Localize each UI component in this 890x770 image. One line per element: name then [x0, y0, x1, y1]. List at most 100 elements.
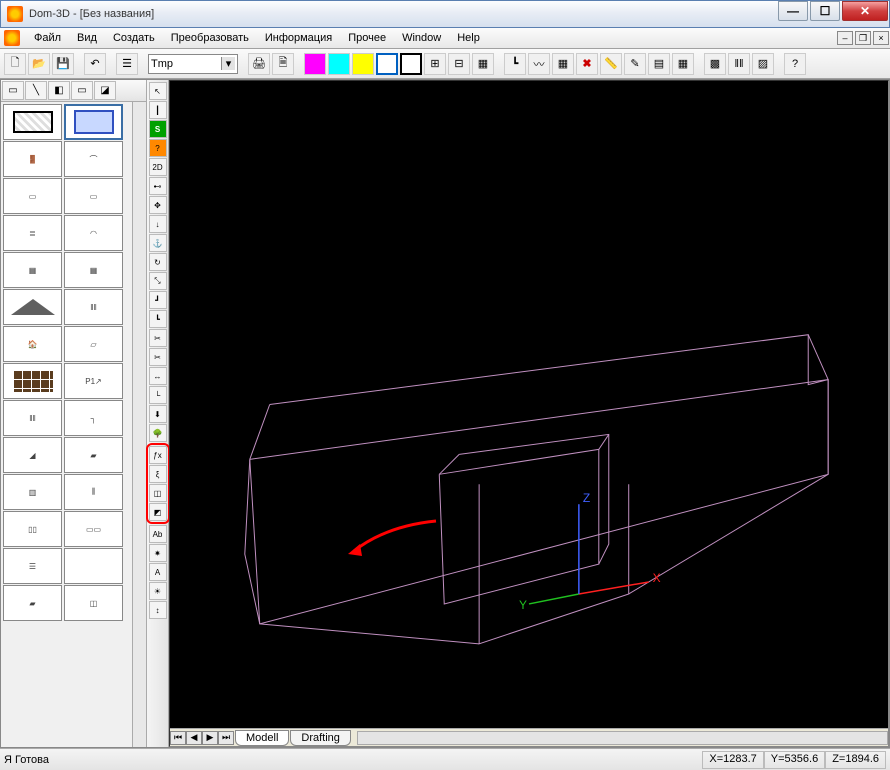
barrier-tool[interactable]: ⫼ [64, 474, 123, 510]
star-icon[interactable]: ✷ [149, 544, 167, 562]
window-tool[interactable]: ▭ [3, 178, 62, 214]
cut2-icon[interactable]: ✂ [149, 348, 167, 366]
roof-tool[interactable] [3, 289, 62, 325]
tab-drafting[interactable]: Drafting [290, 730, 351, 746]
new-button[interactable]: 🗋 [4, 53, 26, 75]
wall-tool[interactable] [3, 104, 62, 140]
down-icon[interactable]: ↓ [149, 215, 167, 233]
corner-icon[interactable]: ┗ [149, 310, 167, 328]
mdi-close-button[interactable]: × [873, 31, 889, 45]
cube-wire-icon[interactable]: ◫ [149, 484, 167, 502]
cube-solid-icon[interactable]: ◩ [149, 503, 167, 521]
slab-tool[interactable]: ▱ [64, 326, 123, 362]
dimension-icon[interactable]: ↔ [149, 367, 167, 385]
render-bw-button[interactable] [400, 53, 422, 75]
render-wire-button[interactable] [376, 53, 398, 75]
dollar-icon[interactable]: S [149, 120, 167, 138]
scale-icon[interactable]: ⤡ [149, 272, 167, 290]
window-frame-tool[interactable]: ▦ [3, 252, 62, 288]
roof2-tool[interactable]: ◢ [3, 437, 62, 473]
tree-icon[interactable]: 🌳 [149, 424, 167, 442]
mdi-app-icon[interactable] [4, 30, 20, 46]
anchor-icon[interactable]: ⚓ [149, 234, 167, 252]
rotate-icon[interactable]: ↻ [149, 253, 167, 271]
mdi-minimize-button[interactable]: – [837, 31, 853, 45]
3d-canvas[interactable]: X Y Z [170, 81, 888, 728]
render-magenta-button[interactable] [304, 53, 326, 75]
menu-help[interactable]: Help [449, 30, 488, 46]
palette-scroll[interactable] [132, 102, 146, 747]
render-yellow-button[interactable] [352, 53, 374, 75]
zoom-plus-button[interactable]: ⊞ [424, 53, 446, 75]
floor-tool[interactable]: ▰ [3, 585, 62, 621]
path-tool[interactable]: P1↗ [64, 363, 123, 399]
formula-x-icon[interactable]: ƒx [149, 446, 167, 464]
delete-button[interactable]: ✖ [576, 53, 598, 75]
corner-tool[interactable]: ┐ [64, 400, 123, 436]
tile-tool[interactable] [3, 363, 62, 399]
plate-tool[interactable]: ▰ [64, 437, 123, 473]
tool-a-icon[interactable]: ┃ [149, 101, 167, 119]
tab-prev-button[interactable]: ◀ [186, 731, 202, 745]
arch-tool[interactable]: ⌒ [64, 141, 123, 177]
drawer-tool[interactable]: ☰ [3, 548, 62, 584]
axis-button[interactable]: ┗ [504, 53, 526, 75]
fence-tool[interactable]: ▥ [3, 474, 62, 510]
move-icon[interactable]: ✥ [149, 196, 167, 214]
glazing-tool[interactable]: ▭▭ [64, 511, 123, 547]
menu-view[interactable]: Вид [69, 30, 105, 46]
box3d-tool[interactable]: ◫ [64, 585, 123, 621]
open-button[interactable]: 📂 [28, 53, 50, 75]
formula-e-icon[interactable]: ξ [149, 465, 167, 483]
box-icon[interactable]: ▭ [2, 81, 24, 100]
stair-icon[interactable]: └ [149, 386, 167, 404]
pencil-button[interactable]: ✎ [624, 53, 646, 75]
palette-button[interactable]: ▩ [704, 53, 726, 75]
help-button[interactable]: ? [784, 53, 806, 75]
barcode-button[interactable]: ‖‖ [728, 53, 750, 75]
ruler2-icon[interactable]: ↕ [149, 601, 167, 619]
select-arrow-icon[interactable]: ↖ [149, 82, 167, 100]
2d-icon[interactable]: 2D [149, 158, 167, 176]
down2-icon[interactable]: ⬇ [149, 405, 167, 423]
undo-button[interactable]: ↶ [84, 53, 106, 75]
save-button[interactable]: 💾 [52, 53, 74, 75]
text-a-icon[interactable]: A [149, 563, 167, 581]
layer-combo[interactable]: Tmp ▾ [148, 54, 238, 74]
curve-button[interactable]: 〰 [528, 53, 550, 75]
horizontal-scroll[interactable] [357, 731, 888, 745]
menu-transform[interactable]: Преобразовать [163, 30, 257, 46]
line-icon[interactable]: ╲ [25, 81, 47, 100]
zoom-minus-button[interactable]: ⊟ [448, 53, 470, 75]
ruler-button[interactable]: 📏 [600, 53, 622, 75]
cube-icon[interactable]: ◧ [48, 81, 70, 100]
zoom-fit-button[interactable]: ▦ [472, 53, 494, 75]
hatch-button[interactable]: ▨ [752, 53, 774, 75]
menu-info[interactable]: Информация [257, 30, 340, 46]
mdi-restore-button[interactable]: ❐ [855, 31, 871, 45]
cabinet-tool[interactable]: ▯▯ [3, 511, 62, 547]
shape-icon[interactable]: ◪ [94, 81, 116, 100]
panel-tool[interactable]: ▦ [64, 252, 123, 288]
maximize-button[interactable]: ☐ [810, 1, 840, 21]
menu-create[interactable]: Создать [105, 30, 163, 46]
handle-icon[interactable]: ⊷ [149, 177, 167, 195]
house-tool[interactable]: 🏠 [3, 326, 62, 362]
print-preview-button[interactable]: 🗎 [272, 53, 294, 75]
grid-button[interactable]: ▦ [552, 53, 574, 75]
tab-next-button[interactable]: ▶ [202, 731, 218, 745]
grid-list-button[interactable]: ☰ [116, 53, 138, 75]
sun-icon[interactable]: ☀ [149, 582, 167, 600]
menu-window[interactable]: Window [394, 30, 449, 46]
join-icon[interactable]: ┛ [149, 291, 167, 309]
balcony-tool[interactable]: ◠ [64, 215, 123, 251]
glass-tool[interactable]: ▭ [64, 178, 123, 214]
properties-button[interactable]: ▤ [648, 53, 670, 75]
info-icon[interactable]: ? [149, 139, 167, 157]
floorplan-tool[interactable] [64, 104, 123, 140]
render-cyan-button[interactable] [328, 53, 350, 75]
column-tool[interactable]: ‖‖ [3, 400, 62, 436]
print-button[interactable]: 🖨 [248, 53, 270, 75]
minimize-button[interactable]: — [778, 1, 808, 21]
menu-other[interactable]: Прочее [340, 30, 394, 46]
